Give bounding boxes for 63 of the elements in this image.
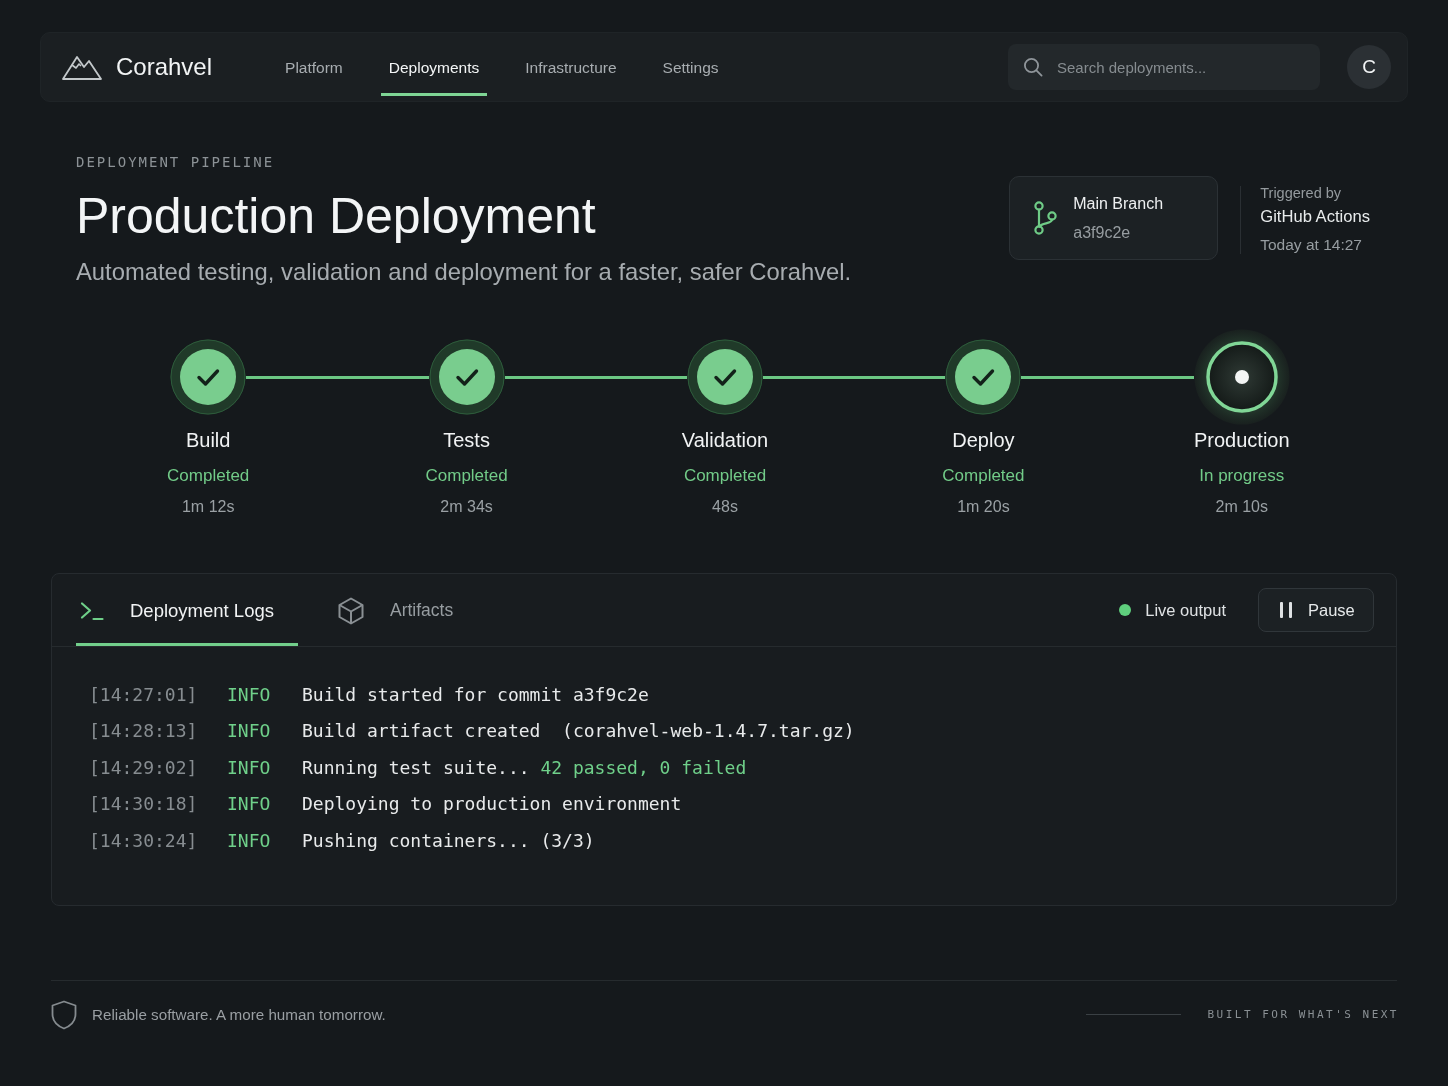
- nav-link[interactable]: Settings: [654, 38, 727, 96]
- stage-duration: 1m 12s: [181, 497, 235, 517]
- log-level: INFO: [227, 756, 272, 778]
- trigger-time: Today at 14:27: [1260, 235, 1363, 255]
- check-circle-icon: [170, 339, 247, 415]
- panel-tab[interactable]: Artifacts: [334, 574, 478, 646]
- trigger-source: GitHub Actions: [1260, 206, 1370, 228]
- cube-icon: [338, 596, 364, 625]
- stage-status: Completed: [942, 465, 1025, 487]
- search-icon: [1023, 57, 1043, 77]
- log-level: INFO: [227, 683, 272, 705]
- brand-name: Corahvel: [116, 53, 213, 81]
- stage-duration: 2m 10s: [1215, 497, 1268, 517]
- stage-status: Completed: [425, 465, 508, 487]
- search-field[interactable]: Search deployments...: [1008, 44, 1320, 90]
- stage-status: Completed: [167, 465, 250, 487]
- git-branch-icon: [1033, 201, 1058, 235]
- commit-hash: a3f9c2e: [1073, 222, 1132, 243]
- log-message: Build started for commit a3f9c2e: [302, 683, 650, 705]
- check-circle-icon: [687, 339, 763, 415]
- stage-status: In progress: [1199, 465, 1285, 487]
- avatar-button[interactable]: C: [1347, 45, 1391, 89]
- panel-tab[interactable]: Deployment Logs: [76, 574, 298, 646]
- stage-name: Deploy: [952, 428, 1015, 452]
- stage-status: Completed: [683, 465, 767, 487]
- pause-button[interactable]: Pause: [1258, 588, 1374, 632]
- stage-name: Validation: [681, 428, 769, 452]
- branch-name: Main Branch: [1073, 193, 1164, 214]
- log-message: Pushing containers... (3/3): [302, 829, 596, 851]
- live-output-label: Live output: [1145, 600, 1226, 620]
- stage-name: Tests: [443, 428, 490, 452]
- log-level: INFO: [227, 829, 272, 851]
- stage-duration: 48s: [712, 497, 738, 517]
- terminal-icon: [80, 600, 104, 621]
- log-timestamp: [14:29:02]: [89, 756, 199, 778]
- log-level: INFO: [227, 793, 272, 815]
- progress-ring-icon: [1193, 329, 1290, 425]
- check-circle-icon: [428, 339, 505, 415]
- nav-link[interactable]: Deployments: [380, 38, 488, 96]
- log-level: INFO: [227, 720, 272, 742]
- nav-link[interactable]: Infrastructure: [517, 38, 625, 96]
- mountain-logo-icon: [62, 54, 102, 80]
- log-timestamp: [14:27:01]: [89, 683, 199, 705]
- log-message: Build artifact created (corahvel-web-1.4.7.tar.gz): [302, 720, 856, 742]
- page-subtitle: Automated testing, validation and deployment for a faster, safer Corahvel.: [76, 258, 852, 286]
- log-timestamp: [14:28:13]: [89, 720, 199, 742]
- check-circle-icon: [945, 339, 1022, 415]
- footer-motto: BUILT FOR WHAT'S NEXT: [1207, 1008, 1399, 1021]
- section-eyebrow: DEPLOYMENT PIPELINE: [76, 154, 276, 170]
- nav-link[interactable]: Platform: [277, 38, 351, 96]
- pause-icon: [1280, 602, 1292, 618]
- shield-icon: [51, 999, 77, 1030]
- stage-duration: 1m 20s: [957, 497, 1010, 517]
- log-timestamp: [14:30:18]: [89, 793, 199, 815]
- trigger-label: Triggered by: [1260, 184, 1343, 203]
- stage-name: Build: [185, 428, 231, 452]
- page-title: Production Deployment: [76, 188, 597, 244]
- log-timestamp: [14:30:24]: [89, 829, 199, 851]
- footer-tagline: Reliable software. A more human tomorrow.: [92, 1006, 386, 1023]
- stage-duration: 2m 34s: [440, 497, 493, 517]
- log-message: Deploying to production environment: [302, 793, 683, 815]
- log-message: Running test suite... 42 passed, 0 failed: [302, 756, 748, 778]
- stage-name: Production: [1193, 428, 1290, 452]
